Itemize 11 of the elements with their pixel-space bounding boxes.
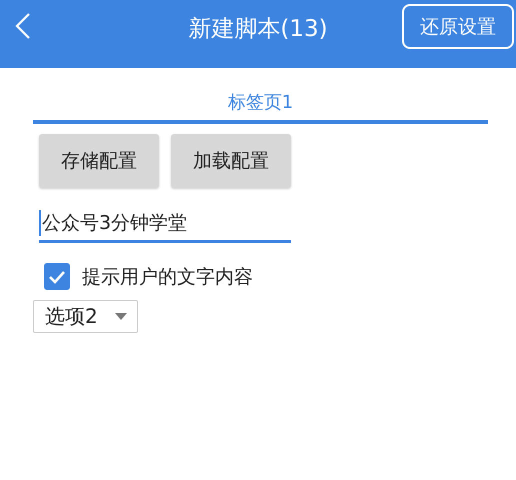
back-icon[interactable] <box>15 12 31 40</box>
config-button[interactable]: 存储配置 <box>39 134 159 188</box>
config-button[interactable]: 加载配置 <box>171 134 291 188</box>
dropdown-select[interactable]: 选项2 <box>33 300 138 333</box>
tab[interactable]: 标签页1 <box>33 90 488 124</box>
header-title: 新建脚本(13) <box>188 14 328 44</box>
text-input-field[interactable]: 公众号3分钟学堂 <box>39 210 291 243</box>
restore-settings-button[interactable]: 还原设置 <box>402 4 514 49</box>
dropdown-arrow-icon <box>115 312 127 320</box>
checkbox[interactable] <box>44 263 70 290</box>
checkbox-label: 提示用户的文字内容 <box>82 264 253 290</box>
